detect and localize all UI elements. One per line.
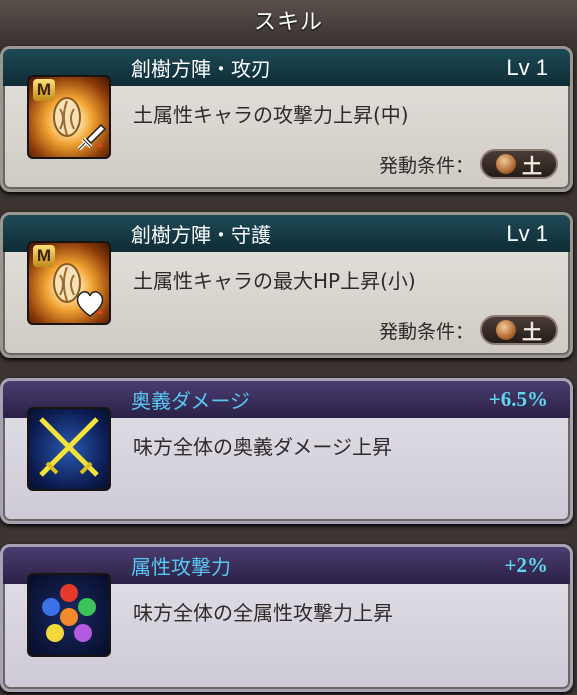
m-badge: M	[33, 245, 55, 267]
section-header: スキル	[0, 0, 577, 40]
skill-description: 土属性キャラの最大HP上昇(小)	[133, 269, 416, 293]
skill-icon: M	[27, 241, 111, 325]
element-label: 土	[522, 319, 542, 344]
sword-icon	[73, 121, 107, 155]
bonus-description: 味方全体の奥義ダメージ上昇	[133, 435, 392, 459]
activation-condition: 発動条件： 土	[379, 315, 558, 345]
element-badge: 土	[480, 315, 558, 345]
bonus-value: +6.5%	[488, 387, 548, 411]
skill-level: Lv 1	[506, 220, 548, 246]
element-badge: 土	[480, 149, 558, 179]
skill-icon: M	[27, 75, 111, 159]
element-label: 土	[522, 153, 542, 178]
bonus-name: 属性攻撃力	[131, 555, 231, 579]
skill-card-hp[interactable]: 創樹方陣・守護 Lv 1 M 土属性キャラの最大HP上昇(小) 発動条件： 土	[0, 212, 573, 358]
condition-label: 発動条件：	[378, 154, 474, 177]
activation-condition: 発動条件： 土	[379, 149, 558, 179]
earth-orb-icon	[496, 154, 516, 174]
skill-level: Lv 1	[506, 54, 548, 80]
m-badge: M	[33, 79, 55, 101]
bonus-card-element-attack[interactable]: 属性攻撃力 +2% 味方全体の全属性攻撃力上昇	[0, 544, 573, 692]
condition-label: 発動条件：	[378, 320, 474, 343]
bonus-card-ougi-damage[interactable]: 奥義ダメージ +6.5% 味方全体の奥義ダメージ上昇	[0, 378, 573, 524]
skill-name: 創樹方陣・攻刃	[131, 57, 271, 81]
section-title: スキル	[253, 10, 323, 35]
skill-card-attack[interactable]: 創樹方陣・攻刃 Lv 1 M 土属性キャラの攻撃力上昇(中) 発動条件： 土	[0, 46, 573, 192]
heart-icon	[73, 287, 107, 321]
bonus-value: +2%	[504, 553, 548, 577]
earth-orb-icon	[496, 320, 516, 340]
skill-description: 土属性キャラの攻撃力上昇(中)	[133, 103, 409, 127]
crossed-swords-icon	[27, 407, 111, 491]
element-orbs-icon	[27, 573, 111, 657]
bonus-name: 奥義ダメージ	[131, 389, 250, 413]
bonus-description: 味方全体の全属性攻撃力上昇	[133, 601, 393, 625]
skill-name: 創樹方陣・守護	[131, 223, 271, 247]
